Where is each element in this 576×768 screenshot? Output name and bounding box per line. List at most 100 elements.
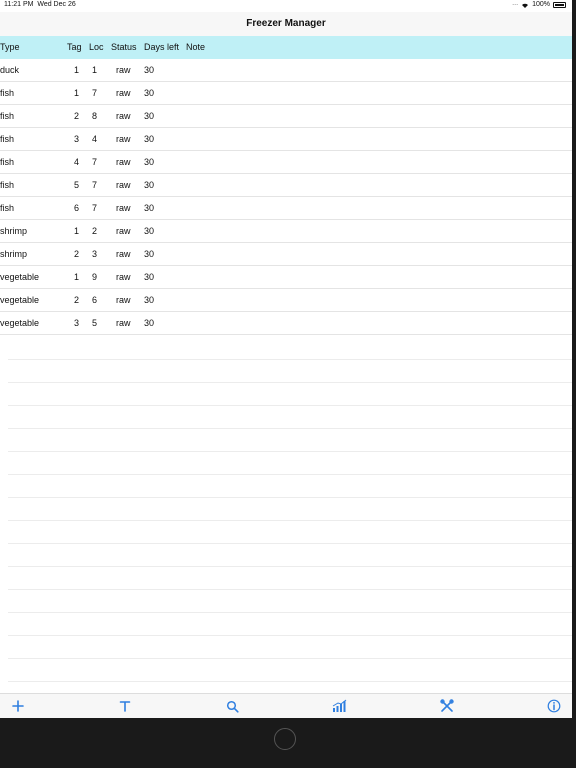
empty-row-separator [8, 406, 572, 429]
cell-loc: 9 [92, 272, 98, 282]
status-date: Wed Dec 26 [37, 1, 76, 8]
cell-tag: 6 [74, 203, 80, 213]
cell-days-left: 30 [144, 272, 155, 282]
table-row[interactable]: shrimp 1 2 raw 30 [0, 220, 572, 243]
table-row[interactable]: fish 2 8 raw 30 [0, 105, 572, 128]
cell-days-left: 30 [144, 88, 155, 98]
cell-status: raw [116, 295, 131, 305]
signal-dots-icon: ··· [512, 1, 519, 8]
status-bar: 11:21 PM Wed Dec 26 ··· 100% [0, 0, 572, 10]
table-row[interactable]: fish 6 7 raw 30 [0, 197, 572, 220]
cell-type: fish [0, 157, 15, 167]
header-status[interactable]: Status [111, 36, 137, 59]
table-row[interactable]: vegetable 3 5 raw 30 [0, 312, 572, 335]
cell-loc: 7 [92, 180, 98, 190]
empty-row-separator [8, 360, 572, 383]
cell-loc: 7 [92, 157, 98, 167]
cell-tag: 4 [74, 157, 80, 167]
battery-icon [553, 1, 566, 8]
header-days-left[interactable]: Days left [144, 36, 179, 59]
table-header: Type Tag Loc Status Days left Note [0, 36, 572, 59]
table-row[interactable]: duck 1 1 raw 30 [0, 59, 572, 82]
header-loc[interactable]: Loc [89, 36, 104, 59]
table-row[interactable]: vegetable 2 6 raw 30 [0, 289, 572, 312]
cell-status: raw [116, 111, 131, 121]
cell-tag: 3 [74, 134, 80, 144]
empty-row-separator [8, 590, 572, 613]
table-row[interactable]: shrimp 2 3 raw 30 [0, 243, 572, 266]
empty-row-separator [8, 337, 572, 360]
empty-table-area [8, 337, 572, 682]
cell-days-left: 30 [144, 180, 155, 190]
cell-status: raw [116, 180, 131, 190]
cell-type: fish [0, 111, 15, 121]
cell-days-left: 30 [144, 249, 155, 259]
status-time: 11:21 PM [4, 1, 34, 8]
header-type[interactable]: Type [0, 36, 20, 59]
wifi-icon [522, 3, 529, 8]
table-row[interactable]: fish 5 7 raw 30 [0, 174, 572, 197]
cell-tag: 3 [74, 318, 80, 328]
home-button[interactable] [274, 728, 296, 750]
empty-row-separator [8, 613, 572, 636]
battery-percent: 100% [532, 1, 550, 8]
page-title: Freezer Manager [246, 18, 326, 29]
table-row[interactable]: vegetable 1 9 raw 30 [0, 266, 572, 289]
cell-days-left: 30 [144, 134, 155, 144]
cell-type: fish [0, 203, 15, 213]
device-bezel [0, 718, 576, 768]
cell-type: fish [0, 134, 15, 144]
header-tag[interactable]: Tag [67, 36, 82, 59]
cell-tag: 1 [74, 226, 80, 236]
header-note[interactable]: Note [186, 36, 205, 59]
cell-tag: 2 [74, 111, 80, 121]
cell-loc: 7 [92, 203, 98, 213]
cell-days-left: 30 [144, 318, 155, 328]
cell-tag: 5 [74, 180, 80, 190]
chart-icon[interactable] [331, 697, 349, 715]
cell-loc: 2 [92, 226, 98, 236]
empty-row-separator [8, 452, 572, 475]
cell-status: raw [116, 203, 131, 213]
cell-status: raw [116, 249, 131, 259]
empty-row-separator [8, 659, 572, 682]
cell-days-left: 30 [144, 65, 155, 75]
empty-row-separator [8, 567, 572, 590]
cell-status: raw [116, 157, 131, 167]
cell-tag: 2 [74, 295, 80, 305]
app-screen: 11:21 PM Wed Dec 26 ··· 100% Freezer Man… [0, 0, 572, 718]
cell-tag: 1 [74, 272, 80, 282]
cell-loc: 1 [92, 65, 98, 75]
cell-type: vegetable [0, 272, 40, 282]
cell-status: raw [116, 318, 131, 328]
cell-type: fish [0, 180, 15, 190]
navigation-bar: Freezer Manager [0, 12, 572, 36]
cell-type: vegetable [0, 318, 40, 328]
text-icon[interactable] [116, 697, 134, 715]
table-row[interactable]: fish 1 7 raw 30 [0, 82, 572, 105]
cell-type: shrimp [0, 249, 28, 259]
cell-status: raw [116, 226, 131, 236]
cell-days-left: 30 [144, 203, 155, 213]
bottom-toolbar [0, 693, 572, 718]
info-icon[interactable] [545, 697, 563, 715]
status-time-date: 11:21 PM Wed Dec 26 [4, 1, 76, 8]
table-row[interactable]: fish 4 7 raw 30 [0, 151, 572, 174]
tools-icon[interactable] [438, 697, 456, 715]
table-row[interactable]: fish 3 4 raw 30 [0, 128, 572, 151]
cell-tag: 1 [74, 65, 80, 75]
cell-tag: 1 [74, 88, 80, 98]
plus-icon[interactable] [9, 697, 27, 715]
cell-status: raw [116, 134, 131, 144]
cell-days-left: 30 [144, 111, 155, 121]
cell-loc: 7 [92, 88, 98, 98]
empty-row-separator [8, 475, 572, 498]
cell-tag: 2 [74, 249, 80, 259]
empty-row-separator [8, 636, 572, 659]
cell-loc: 5 [92, 318, 98, 328]
cell-type: shrimp [0, 226, 28, 236]
empty-row-separator [8, 383, 572, 406]
cell-loc: 6 [92, 295, 98, 305]
search-icon[interactable] [223, 697, 241, 715]
empty-row-separator [8, 521, 572, 544]
